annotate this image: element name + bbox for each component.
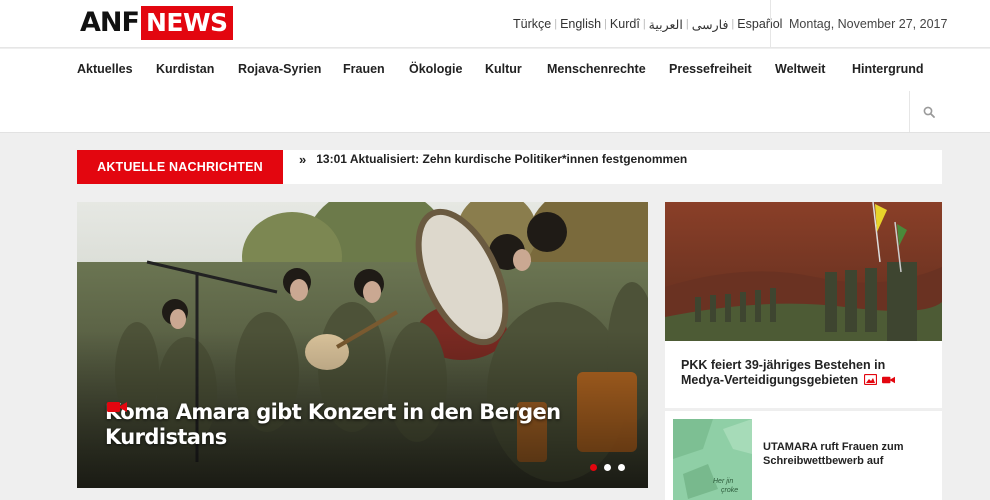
logo-anf-text: ANF	[80, 7, 140, 38]
date-text: Montag, November 27, 2017	[789, 17, 948, 31]
nav-item-menschenrechte[interactable]: Menschenrechte	[547, 62, 646, 76]
ticker-headline: 13:01 Aktualisiert: Zehn kurdische Polit…	[316, 152, 688, 166]
nav-item-aktuelles[interactable]: Aktuelles	[77, 62, 133, 76]
thumbnail-caption-line: Her jin	[713, 478, 734, 485]
side-story-headline[interactable]: UTAMARA ruft Frauen zum Schreibwettbewer…	[763, 440, 933, 468]
side-story-image	[665, 202, 942, 341]
side-story-headline-text: PKK feiert 39-jähriges Bestehen in Medya…	[681, 358, 886, 387]
current-date: Montag, November 27, 2017	[770, 0, 990, 48]
language-switcher: Türkçe | English | Kurdî | العربية | فار…	[510, 0, 785, 48]
lang-arabic[interactable]: العربية	[646, 17, 686, 32]
nav-item-kurdistan[interactable]: Kurdistan	[156, 62, 214, 76]
photo-icon	[863, 374, 877, 385]
lang-persian[interactable]: فارسی	[689, 17, 732, 32]
thumbnail-caption: Her jin çroke	[713, 477, 738, 495]
slider-dot-1[interactable]	[590, 464, 597, 471]
lang-english[interactable]: English	[557, 17, 604, 31]
site-logo[interactable]: ANF NEWS	[80, 6, 233, 40]
nav-item-rojava-syrien[interactable]: Rojava-Syrien	[238, 62, 321, 76]
side-story-thumbnail: Her jin çroke	[673, 419, 752, 500]
nav-item-frauen[interactable]: Frauen	[343, 62, 385, 76]
hero-headline-text: Koma Amara gibt Konzert in den Bergen Ku…	[105, 400, 561, 449]
side-story-card[interactable]: Her jin çroke UTAMARA ruft Frauen zum Sc…	[665, 410, 942, 500]
search-icon	[923, 106, 935, 118]
nav-item-kultur[interactable]: Kultur	[485, 62, 522, 76]
double-chevron-right-icon: »	[299, 151, 307, 167]
slider-pagination	[590, 464, 625, 471]
lang-turkish[interactable]: Türkçe	[510, 17, 554, 31]
slider-dot-3[interactable]	[618, 464, 625, 471]
hero-slider[interactable]: Koma Amara gibt Konzert in den Bergen Ku…	[77, 202, 648, 488]
thumbnail-caption-line: çroke	[721, 487, 739, 494]
nav-item-pressefreiheit[interactable]: Pressefreiheit	[669, 62, 752, 76]
top-header: ANF NEWS Türkçe | English | Kurdî | العر…	[0, 0, 990, 48]
side-story-photo	[665, 202, 942, 341]
video-camera-icon	[107, 402, 127, 412]
lang-kurdish[interactable]: Kurdî	[607, 17, 643, 31]
nav-item-hintergrund[interactable]: Hintergrund	[852, 62, 924, 76]
side-story-card[interactable]: PKK feiert 39-jähriges Bestehen in Medya…	[665, 202, 942, 408]
ticker-label: AKTUELLE NACHRICHTEN	[77, 150, 283, 184]
main-navigation: Aktuelles Kurdistan Rojava-Syrien Frauen…	[0, 49, 990, 133]
nav-item-oekologie[interactable]: Ökologie	[409, 62, 462, 76]
side-story-headline[interactable]: PKK feiert 39-jähriges Bestehen in Medya…	[681, 358, 931, 388]
hero-headline[interactable]: Koma Amara gibt Konzert in den Bergen Ku…	[105, 400, 575, 450]
news-ticker: AKTUELLE NACHRICHTEN » 13:01 Aktualisier…	[77, 150, 942, 184]
search-button[interactable]	[909, 91, 947, 132]
video-camera-icon	[882, 376, 896, 384]
nav-item-weltweit[interactable]: Weltweit	[775, 62, 825, 76]
ticker-headline-link[interactable]: » 13:01 Aktualisiert: Zehn kurdische Pol…	[299, 150, 687, 168]
slider-dot-2[interactable]	[604, 464, 611, 471]
logo-news-text: NEWS	[140, 6, 233, 40]
